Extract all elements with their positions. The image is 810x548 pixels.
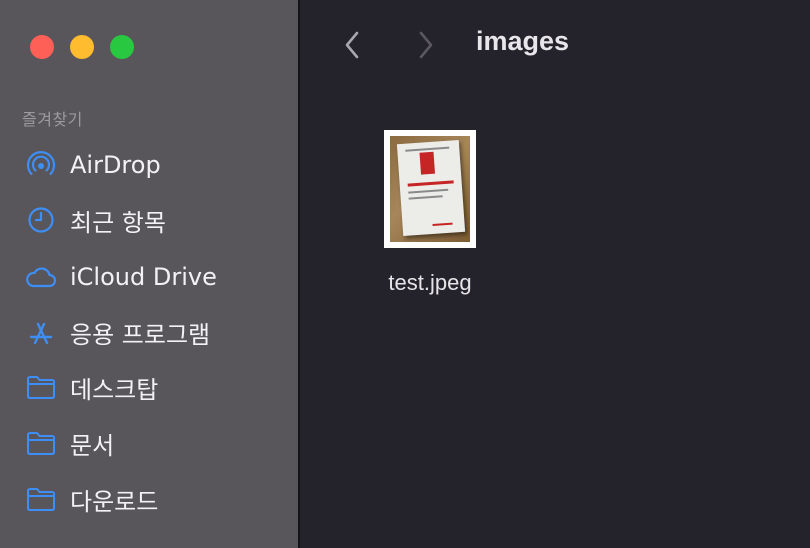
close-window-button[interactable] (30, 35, 54, 59)
folder-icon (24, 426, 58, 460)
sidebar-item-label: iCloud Drive (70, 263, 217, 291)
thumbnail-photo (390, 136, 470, 242)
window-title: images (476, 26, 570, 56)
file-item-test-jpeg[interactable]: test.jpeg (360, 128, 500, 308)
file-name-label: test.jpeg (388, 270, 472, 295)
forward-button[interactable] (412, 28, 440, 62)
sidebar-item-label: 다운로드 (70, 487, 159, 516)
sidebar-item-airdrop[interactable]: AirDrop (0, 145, 298, 185)
sidebar-item-icloud-drive[interactable]: iCloud Drive (0, 257, 298, 297)
back-button[interactable] (338, 28, 366, 62)
sidebar-item-label: 응용 프로그램 (70, 320, 211, 349)
maximize-window-button[interactable] (110, 35, 134, 59)
window-controls (30, 35, 150, 59)
applications-icon (24, 315, 58, 349)
sidebar-item-downloads[interactable]: 다운로드 (0, 479, 298, 519)
sidebar: 즐겨찾기 AirDrop 최근 항목 iCloud Drive 응용 프로그램 … (0, 0, 298, 548)
jpeg-thumbnail-icon (384, 130, 476, 248)
minimize-window-button[interactable] (70, 35, 94, 59)
book-cover-image (396, 139, 466, 237)
chevron-left-icon (345, 31, 359, 59)
sidebar-item-recents[interactable]: 최근 항목 (0, 200, 298, 240)
sidebar-item-label: AirDrop (70, 151, 161, 179)
sidebar-item-documents[interactable]: 문서 (0, 423, 298, 463)
file-browser: images test.jpeg (300, 0, 810, 548)
folder-icon (24, 482, 58, 516)
sidebar-section-favorites: 즐겨찾기 (22, 110, 83, 129)
clock-icon (24, 203, 58, 237)
folder-icon (24, 370, 58, 404)
sidebar-item-label: 최근 항목 (70, 208, 166, 237)
sidebar-item-label: 데스크탑 (70, 375, 159, 404)
cloud-icon (24, 260, 58, 294)
sidebar-item-applications[interactable]: 응용 프로그램 (0, 312, 298, 352)
chevron-right-icon (419, 31, 433, 59)
airdrop-icon (24, 148, 58, 182)
sidebar-item-desktop[interactable]: 데스크탑 (0, 367, 298, 407)
sidebar-item-label: 문서 (70, 431, 115, 460)
